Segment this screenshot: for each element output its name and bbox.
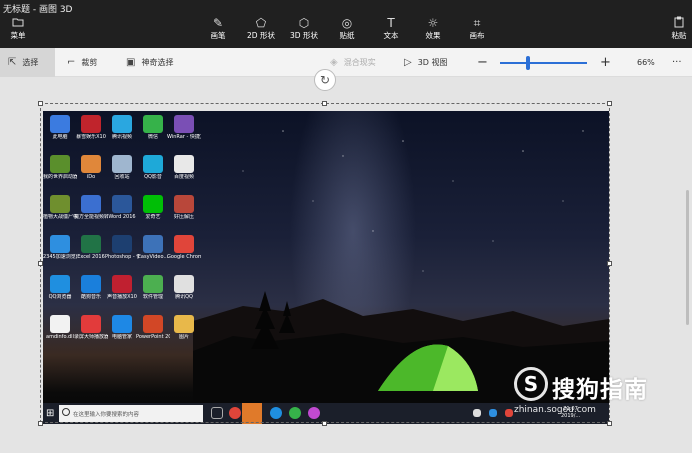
vertical-scrollbar[interactable] (686, 190, 689, 325)
watermark-url: zhinan.sogou.com (514, 405, 596, 415)
rotate-handle-icon[interactable]: ↻ (314, 69, 336, 91)
magic-select-button[interactable]: ▣ 神奇选择 (126, 48, 173, 77)
mixed-reality-icon: ◈ (330, 57, 338, 68)
menu-button[interactable]: 菜单 (0, 16, 37, 41)
select-label: 选择 (22, 58, 39, 67)
resize-handle-top[interactable] (322, 101, 327, 106)
tool-stickers[interactable]: ◎ 贴纸 (328, 16, 366, 41)
more-options-button[interactable]: ··· (672, 48, 682, 77)
tool-brushes[interactable]: ✎ 画笔 (199, 16, 237, 41)
canvas-icon: ⌗ (473, 16, 481, 30)
menu-label: 菜单 (10, 31, 26, 40)
tool-canvas[interactable]: ⌗ 画布 (458, 16, 496, 41)
zoom-in-button[interactable]: + (600, 48, 611, 77)
selection-toolbar: ⇱ 选择 ⌐ 裁剪 ▣ 神奇选择 ◈ 混合现实 ▷ 3D 视图 − + 66% … (0, 48, 692, 77)
effects-icon: ☼ (427, 16, 439, 30)
tool-3d-shapes[interactable]: ⬡ 3D 形状 (285, 16, 323, 41)
tool-label: 文本 (383, 31, 399, 40)
clipboard-icon (660, 16, 692, 31)
resize-handle-top-right[interactable] (607, 101, 612, 106)
magic-select-label: 神奇选择 (141, 58, 174, 67)
top-toolbar: 无标题 - 画图 3D 菜单 ✎ 画笔 ⬠ 2D 形状 ⬡ 3D 形状 ◎ 贴纸… (0, 0, 692, 48)
paste-button[interactable]: 粘贴 (660, 16, 692, 41)
sogou-logo: S (514, 367, 548, 401)
cursor-icon: ⇱ (8, 57, 17, 68)
crop-label: 裁剪 (81, 58, 98, 67)
tool-text[interactable]: T 文本 (372, 16, 410, 41)
window-title: 无标题 - 画图 3D (3, 5, 73, 15)
mixed-reality-button[interactable]: ◈ 混合现实 (330, 48, 376, 77)
zoom-slider-track[interactable] (500, 62, 587, 64)
resize-handle-bottom-right[interactable] (607, 421, 612, 426)
resize-handle-left[interactable] (38, 261, 43, 266)
zoom-percent: 66% (637, 58, 655, 67)
mixed-reality-label: 混合现实 (343, 58, 376, 67)
crop-button[interactable]: ⌐ 裁剪 (67, 48, 97, 77)
tool-label: 2D 形状 (247, 31, 275, 40)
stickers-icon: ◎ (341, 16, 353, 30)
tool-label: 贴纸 (339, 31, 355, 40)
zoom-slider-thumb[interactable] (526, 56, 530, 70)
tool-effects[interactable]: ☼ 效果 (414, 16, 452, 41)
zoom-out-button[interactable]: − (477, 48, 488, 77)
resize-handle-bottom-left[interactable] (38, 421, 43, 426)
resize-handle-top-left[interactable] (38, 101, 43, 106)
minus-icon: − (477, 55, 488, 70)
3d-view-icon: ▷ (404, 57, 412, 68)
crop-icon: ⌐ (67, 57, 76, 68)
watermark-text: 搜狗指南 (552, 377, 648, 403)
tool-label: 效果 (425, 31, 441, 40)
folder-icon (0, 16, 37, 31)
resize-handle-right[interactable] (607, 261, 612, 266)
plus-icon: + (600, 55, 611, 70)
3d-view-button[interactable]: ▷ 3D 视图 (404, 48, 448, 77)
brush-icon: ✎ (212, 16, 224, 30)
2d-shapes-icon: ⬠ (255, 16, 267, 30)
3d-shapes-icon: ⬡ (298, 16, 310, 30)
tool-label: 画布 (469, 31, 485, 40)
resize-handle-bottom[interactable] (322, 421, 327, 426)
select-button[interactable]: ⇱ 选择 (0, 48, 55, 77)
paste-label: 粘贴 (671, 31, 687, 40)
tool-2d-shapes[interactable]: ⬠ 2D 形状 (242, 16, 280, 41)
text-icon: T (387, 16, 395, 30)
3d-view-label: 3D 视图 (417, 58, 448, 67)
tool-label: 3D 形状 (290, 31, 318, 40)
tool-label: 画笔 (210, 31, 226, 40)
magic-select-icon: ▣ (126, 57, 136, 68)
